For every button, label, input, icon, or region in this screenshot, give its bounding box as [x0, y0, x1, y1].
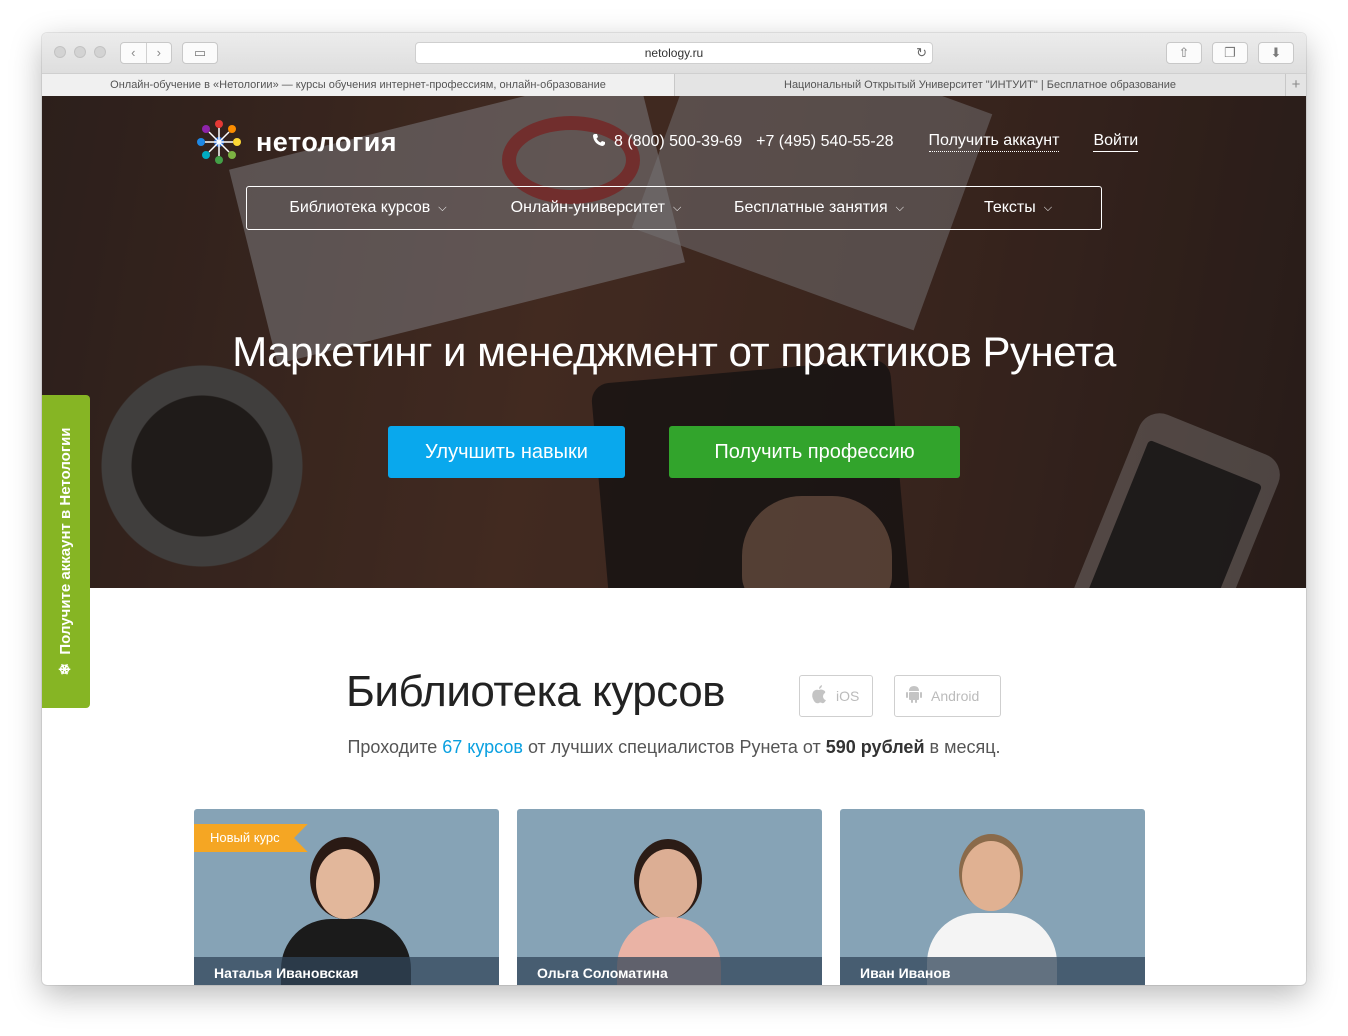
android-icon — [905, 684, 923, 709]
close-window-button[interactable] — [54, 46, 66, 58]
hero-title: Маркетинг и менеджмент от практиков Руне… — [232, 328, 1116, 375]
menu-item-label: Тексты — [983, 199, 1036, 216]
chevron-down-icon: ⌵ — [1043, 201, 1053, 214]
phone-icon — [592, 133, 606, 152]
zoom-window-button[interactable] — [94, 46, 106, 58]
top-nav: 8 (800) 500-39-69 +7 (495) 540-55-28 Пол… — [592, 132, 1139, 152]
course-card[interactable]: Иван Иванов — [840, 809, 1145, 985]
back-icon[interactable]: ‹ — [121, 43, 146, 63]
menu-item-texts[interactable]: Тексты ⌵ — [935, 187, 1101, 229]
menu-item-course-library[interactable]: Библиотека курсов ⌵ — [247, 187, 489, 229]
forward-icon[interactable]: › — [145, 43, 172, 63]
improve-skills-button[interactable]: Улучшить навыки — [388, 426, 625, 478]
courses-count-link[interactable]: 67 курсов — [442, 737, 523, 757]
phone-secondary-link[interactable]: +7 (495) 540-55-28 — [756, 133, 893, 151]
reload-icon[interactable]: ↻ — [916, 43, 927, 63]
photo-head — [639, 849, 697, 919]
login-link[interactable]: Войти — [1093, 132, 1139, 152]
ios-app-button[interactable]: iOS — [799, 675, 873, 717]
get-account-link[interactable]: Получить аккаунт — [928, 132, 1060, 152]
photo-head — [316, 849, 374, 919]
main-menu: Библиотека курсов ⌵ Онлайн-университет ⌵ Б… — [246, 186, 1102, 230]
photo-head — [962, 841, 1020, 911]
sidebar-toggle-icon[interactable]: ▭ — [182, 42, 218, 64]
course-card[interactable]: Ольга Соломатина — [517, 809, 822, 985]
url-text: netology.ru — [644, 46, 704, 60]
side-tab-label: Получите аккаунт в Нетологии — [57, 427, 74, 655]
menu-item-label: Библиотека курсов — [289, 199, 431, 216]
course-card[interactable]: Новый курс Наталья Ивановская — [194, 809, 499, 985]
apple-icon — [810, 684, 828, 709]
menu-item-free-classes[interactable]: Бесплатные занятия ⌵ — [703, 187, 935, 229]
tab-netology[interactable]: Онлайн-обучение в «Нетологии» — курсы об… — [42, 74, 675, 96]
instructor-name: Ольга Соломатина — [517, 957, 822, 985]
browser-toolbar: ‹ › ▭ netology.ru ↻ ⇧ ❐ ⬇ — [42, 33, 1306, 74]
logo-flower-icon — [197, 120, 241, 164]
get-profession-button[interactable]: Получить профессию — [669, 426, 960, 478]
get-account-side-tab[interactable]: ❄ Получите аккаунт в Нетологии — [42, 395, 90, 708]
instructor-name: Иван Иванов — [840, 957, 1145, 985]
downloads-icon[interactable]: ⬇ — [1258, 42, 1294, 64]
price-text: 590 рублей — [825, 737, 925, 757]
asterisk-icon: ❄ — [57, 662, 74, 676]
new-course-badge: Новый курс — [194, 824, 308, 852]
hero-section: нетология 8 (800) 500-39-69 +7 (495) 540… — [42, 96, 1306, 588]
instructor-name: Наталья Ивановская — [194, 957, 499, 985]
address-bar[interactable]: netology.ru ↻ — [415, 42, 933, 64]
sub-suffix: в месяц. — [924, 737, 1001, 757]
chevron-down-icon: ⌵ — [672, 201, 682, 214]
share-icon[interactable]: ⇧ — [1166, 42, 1202, 64]
android-app-button[interactable]: Android — [894, 675, 1001, 717]
logo-text: нетология — [256, 126, 398, 157]
sub-middle: от лучших специалистов Рунета от — [522, 737, 826, 757]
history-nav: ‹ › — [120, 42, 172, 64]
tab-intuit[interactable]: Национальный Открытый Университет "ИНТУИ… — [675, 74, 1285, 96]
phone-primary-link[interactable]: 8 (800) 500-39-69 — [614, 133, 742, 151]
tabs-overview-icon[interactable]: ❐ — [1212, 42, 1248, 64]
browser-window: ‹ › ▭ netology.ru ↻ ⇧ ❐ ⬇ Онлайн-обучени… — [42, 33, 1306, 985]
tab-bar: Онлайн-обучение в «Нетологии» — курсы об… — [42, 74, 1306, 97]
menu-item-online-university[interactable]: Онлайн-университет ⌵ — [489, 187, 703, 229]
new-tab-button[interactable]: + — [1285, 74, 1306, 96]
minimize-window-button[interactable] — [74, 46, 86, 58]
chevron-down-icon: ⌵ — [438, 201, 447, 214]
library-subtitle: Проходите 67 курсов от лучших специалист… — [42, 737, 1306, 758]
sub-prefix: Проходите — [347, 737, 443, 757]
site-logo[interactable]: нетология — [194, 118, 397, 166]
menu-item-label: Онлайн-университет — [510, 199, 665, 216]
ios-label: iOS — [836, 688, 860, 704]
chevron-down-icon: ⌵ — [895, 201, 904, 214]
library-title: Библиотека курсов — [346, 667, 726, 716]
android-label: Android — [931, 688, 980, 704]
side-tab-text: ❄ Получите аккаунт в Нетологии — [42, 395, 90, 708]
menu-item-label: Бесплатные занятия — [734, 199, 888, 216]
